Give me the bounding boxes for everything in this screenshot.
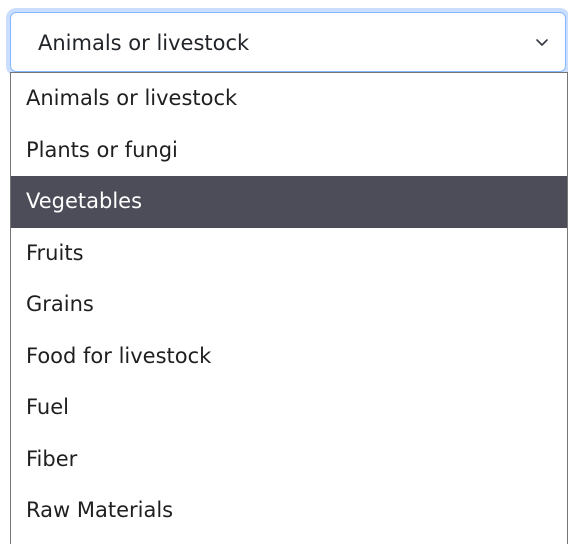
page: Animals or livestock Animals or livestoc…	[0, 0, 568, 544]
option-fiber[interactable]: Fiber	[11, 434, 567, 486]
option-food-for-livestock[interactable]: Food for livestock	[11, 331, 567, 383]
option-vegetables[interactable]: Vegetables	[11, 176, 567, 228]
option-grains[interactable]: Grains	[11, 279, 567, 331]
dropdown-options-list: Animals or livestock Plants or fungi Veg…	[10, 72, 568, 544]
option-raw-materials[interactable]: Raw Materials	[11, 485, 567, 537]
option-fruits[interactable]: Fruits	[11, 228, 567, 280]
option-animals-or-livestock[interactable]: Animals or livestock	[11, 73, 567, 125]
chevron-down-icon	[535, 37, 549, 47]
option-plants-or-fungi[interactable]: Plants or fungi	[11, 125, 567, 177]
select-current-value: Animals or livestock	[38, 31, 250, 55]
option-fuel[interactable]: Fuel	[11, 382, 567, 434]
category-select[interactable]: Animals or livestock	[10, 12, 566, 72]
